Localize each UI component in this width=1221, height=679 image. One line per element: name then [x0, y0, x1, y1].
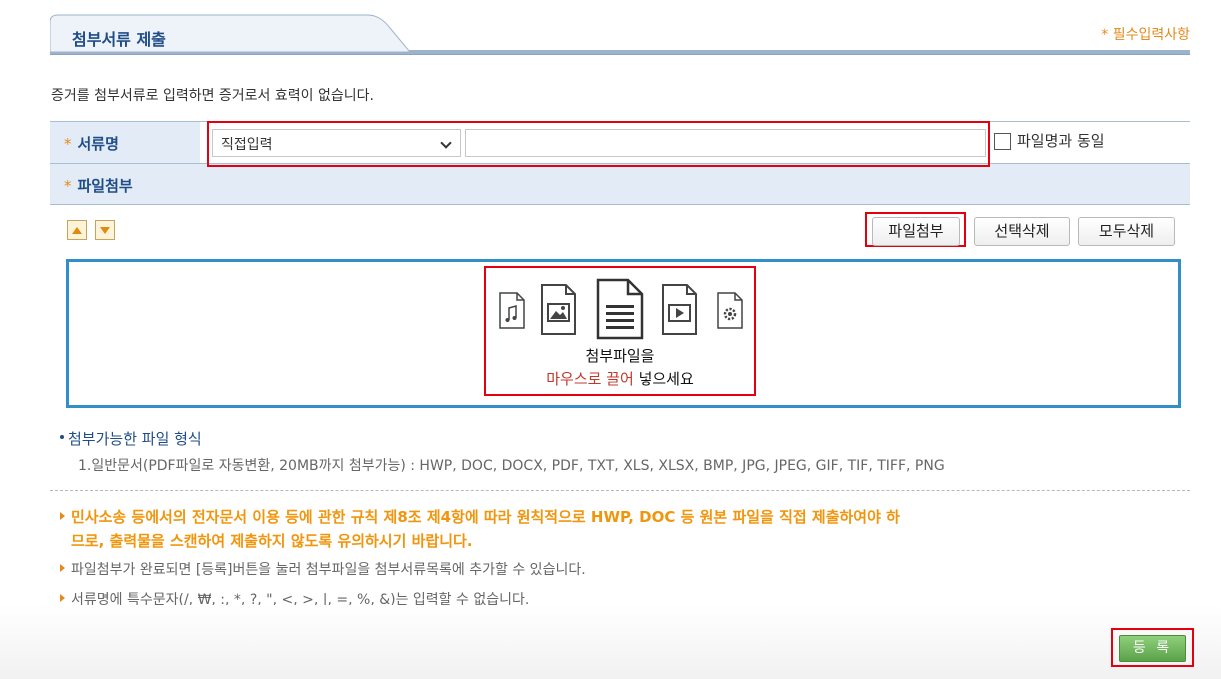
file-type-icons: [499, 278, 743, 340]
move-down-button[interactable]: [95, 220, 115, 240]
doc-type-select[interactable]: 직접입력: [212, 129, 461, 157]
video-file-icon: [662, 284, 697, 335]
move-up-button[interactable]: [67, 220, 87, 240]
file-attach-label: * 파일첨부: [64, 175, 133, 196]
required-star: *: [64, 177, 72, 195]
delete-all-button[interactable]: 모두삭제: [1078, 217, 1175, 246]
bullet-arrow-icon: [60, 511, 65, 520]
required-star: *: [64, 135, 72, 153]
bullet-arrow-icon: [60, 564, 65, 572]
dotted-divider: [50, 490, 1190, 491]
drop-hint-line1: 첨부파일을: [585, 347, 655, 365]
doc-name-label-cell: * 서류명: [50, 122, 200, 163]
warning-line1: 민사소송 등에서의 전자문서 이용 등에 관한 규칙 제8조 제4항에 따라 원…: [60, 505, 1190, 529]
attach-file-button[interactable]: 파일첨부: [872, 217, 960, 246]
formats-line: 1.일반문서(PDF파일로 자동변환, 20MB까지 첨부가능) : HWP, …: [78, 458, 945, 474]
arrow-up-icon: [72, 227, 82, 234]
page-title: 첨부서류 제출: [72, 30, 166, 49]
bullet-arrow-icon: [60, 594, 65, 602]
section-header: 첨부서류 제출 * 필수입력사항: [50, 14, 1190, 56]
chevron-down-icon: [440, 137, 452, 149]
info-note-1: 파일첨부가 완료되면 [등록]버튼을 눌러 첨부파일을 첨부서류목록에 추가할 …: [60, 559, 586, 579]
doc-name-input[interactable]: [465, 129, 986, 157]
file-attach-label-text: 파일첨부: [77, 177, 133, 195]
doc-name-label: * 서류명: [64, 133, 119, 154]
same-as-filename-label: 파일명과 동일: [1017, 132, 1105, 150]
footer-area: [0, 605, 1221, 679]
drop-hint-line2: 마우스로 끌어 넣으세요: [484, 368, 756, 389]
image-file-icon: [541, 284, 576, 335]
formats-title: 첨부가능한 파일 형식: [60, 428, 202, 449]
delete-selected-button[interactable]: 선택삭제: [974, 217, 1070, 246]
bullet-dot-icon: [60, 434, 64, 439]
drop-hint-rest-text: 넣으세요: [638, 370, 694, 388]
doc-name-label-text: 서류명: [77, 135, 119, 153]
warning-line1-text: 민사소송 등에서의 전자문서 이용 등에 관한 규칙 제8조 제4항에 따라 원…: [71, 508, 900, 526]
required-note: * 필수입력사항: [1101, 27, 1190, 43]
info-note-1-text: 파일첨부가 완료되면 [등록]버튼을 눌러 첨부파일을 첨부서류목록에 추가할 …: [71, 562, 586, 578]
drop-hint-highlight-text: 마우스로 끌어: [546, 370, 634, 388]
document-file-icon: [596, 278, 644, 340]
arrow-down-icon: [100, 227, 110, 234]
doc-type-select-value: 직접입력: [221, 137, 273, 153]
table-bottom-border: [50, 204, 1190, 205]
settings-file-icon: [717, 292, 743, 329]
register-button[interactable]: 등 록: [1119, 635, 1186, 662]
music-file-icon: [499, 292, 525, 329]
warning-text: 민사소송 등에서의 전자문서 이용 등에 관한 규칙 제8조 제4항에 따라 원…: [60, 505, 1190, 553]
same-as-filename-checkbox[interactable]: [994, 133, 1011, 150]
warning-line2: 므로, 출력물을 스캔하여 제출하지 않도록 유의하시기 바랍니다.: [71, 532, 473, 550]
file-attach-row: * 파일첨부: [50, 164, 1190, 204]
register-button-highlight: 등 록: [1111, 628, 1194, 667]
formats-title-text: 첨부가능한 파일 형식: [68, 430, 202, 448]
evidence-notice: 증거를 첨부서류로 입력하면 증거로서 효력이 없습니다.: [51, 88, 374, 104]
